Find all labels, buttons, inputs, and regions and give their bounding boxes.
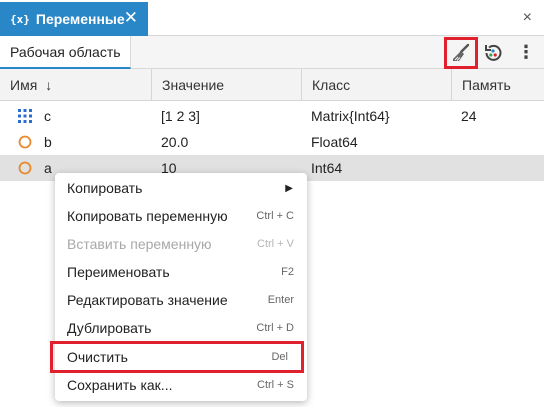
column-header-class[interactable]: Класс (302, 69, 452, 101)
menu-item-label: Дублировать (67, 320, 152, 336)
menu-item-label: Копировать переменную (67, 208, 228, 224)
variable-class: Float64 (311, 134, 358, 150)
menu-item-label: Переименовать (67, 264, 170, 280)
history-icon (485, 44, 502, 61)
menu-item-rename[interactable]: Переименовать F2 (55, 258, 307, 286)
matrix-icon (18, 109, 32, 123)
menu-item-clear[interactable]: Очистить Del (50, 341, 304, 373)
menu-item-save-as[interactable]: Сохранить как... Ctrl + S (55, 371, 307, 399)
menu-item-shortcut: Ctrl + V (257, 238, 294, 250)
menu-item-label: Копировать (67, 180, 143, 196)
column-header-name[interactable]: Имя ↓ (0, 69, 152, 101)
menu-item-shortcut: Ctrl + S (257, 379, 294, 391)
variable-value: [1 2 3] (161, 108, 200, 124)
menu-item-label: Сохранить как... (67, 377, 173, 393)
menu-item-shortcut: Ctrl + D (256, 322, 294, 334)
menu-item-shortcut: Del (271, 351, 288, 363)
toolbar: Рабочая область ⋮ (0, 36, 544, 69)
table-row[interactable]: b 20.0 Float64 (0, 129, 544, 155)
scalar-icon (18, 161, 32, 175)
menu-item-edit-value[interactable]: Редактировать значение Enter (55, 286, 307, 314)
variable-name: c (44, 108, 51, 124)
tab-workspace[interactable]: Рабочая область (0, 36, 131, 69)
clear-workspace-button[interactable] (444, 37, 478, 69)
menu-item-label: Очистить (67, 349, 128, 365)
menu-item-shortcut: F2 (281, 266, 294, 278)
menu-item-label: Редактировать значение (67, 292, 228, 308)
tab-label: Переменные (35, 11, 125, 27)
menu-item-label: Вставить переменную (67, 236, 212, 252)
table-header: Имя ↓ Значение Класс Память (0, 69, 544, 101)
column-header-name-label: Имя (10, 77, 38, 93)
sort-descending-icon: ↓ (45, 77, 53, 93)
menu-item-shortcut: Enter (267, 294, 294, 306)
variables-icon: {x} (10, 12, 30, 26)
context-menu: Копировать ▶ Копировать переменную Ctrl … (50, 173, 307, 401)
variable-value: 20.0 (161, 134, 189, 150)
menu-item-copy[interactable]: Копировать ▶ (55, 174, 307, 202)
column-header-value[interactable]: Значение (152, 69, 302, 101)
restore-workspace-button[interactable] (482, 42, 504, 64)
variable-class: Matrix{Int64} (311, 108, 390, 124)
broom-icon (453, 43, 470, 61)
title-bar: {x} Переменные ✕ × (0, 0, 544, 36)
panel-close-icon[interactable]: × (523, 9, 532, 27)
tab-variables[interactable]: {x} Переменные ✕ (0, 2, 148, 36)
submenu-arrow-icon: ▶ (285, 182, 293, 194)
variable-class: Int64 (311, 160, 343, 176)
column-header-memory[interactable]: Память (452, 69, 544, 101)
menu-item-paste-variable: Вставить переменную Ctrl + V (55, 230, 307, 258)
tab-close-icon[interactable]: ✕ (124, 9, 138, 27)
more-options-icon[interactable]: ⋮ (517, 42, 535, 62)
scalar-icon (18, 135, 32, 149)
variable-name: a (44, 160, 52, 176)
menu-item-shortcut: Ctrl + C (256, 210, 294, 222)
variable-name: b (44, 134, 52, 150)
table-row[interactable]: c [1 2 3] Matrix{Int64} 24 (0, 103, 544, 129)
menu-item-copy-variable[interactable]: Копировать переменную Ctrl + C (55, 202, 307, 230)
variable-memory: 24 (461, 108, 477, 124)
menu-item-duplicate[interactable]: Дублировать Ctrl + D (55, 314, 307, 342)
